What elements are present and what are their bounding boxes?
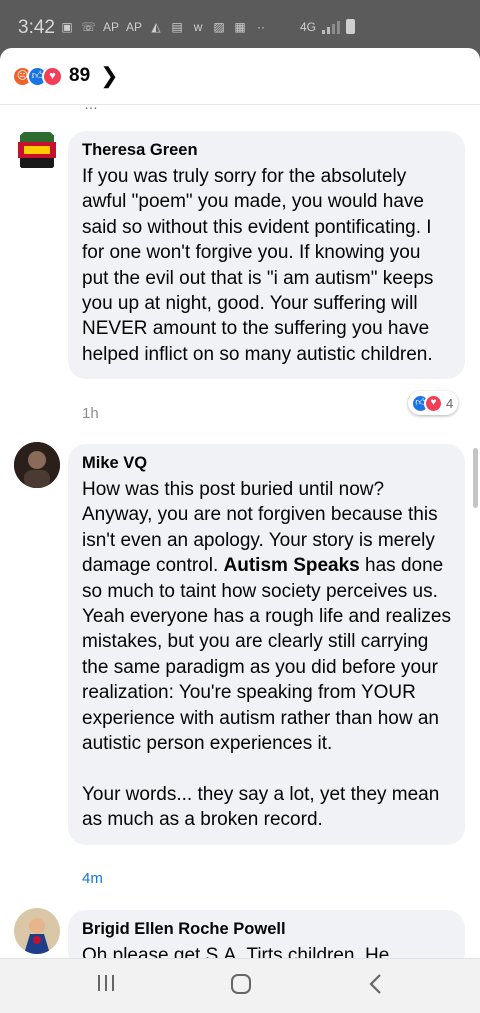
missed-call-icon: ☏ [81,20,97,34]
wattpad-icon: w [193,20,203,34]
comment-text-part: has done so much to taint how society pe… [82,555,451,831]
news-icon: ▤ [171,20,183,34]
recent-apps-icon[interactable] [96,973,116,999]
scrollbar[interactable] [473,448,478,508]
message-icon: ▣ [61,20,73,34]
battery-icon [346,19,356,34]
avatar[interactable] [14,128,60,174]
home-icon[interactable] [230,973,252,1001]
comment-bubble[interactable]: Theresa Green If you was truly sorry for… [68,131,465,380]
system-indicators: 4G [300,19,356,34]
comment-text: Oh please get S.A. Tirts children. He [82,945,390,958]
reaction-count: 89 [69,65,91,86]
ap-news-icon: AP [103,20,120,34]
avatar[interactable] [14,442,60,488]
commenter-name[interactable]: Theresa Green [82,141,451,160]
chevron-right-icon[interactable]: ❯ [100,63,118,89]
avatar[interactable] [14,908,60,954]
comment-bubble[interactable]: Mike VQ How was this post buried until n… [68,444,465,845]
love-reaction-icon: ♥ [424,393,443,413]
more-dots-icon: ·· [257,20,266,34]
gallery-icon: ▨ [213,20,225,34]
clock: 3:42 [18,17,55,38]
comment-text: How was this post buried until now? Anyw… [82,477,451,833]
love-reaction-icon: ♥ [42,65,63,87]
commenter-name[interactable]: Brigid Ellen Roche Powell [82,920,451,939]
page-mention[interactable]: Autism Speaks [224,555,360,576]
comment-text: If you was truly sorry for the absolutel… [82,166,434,365]
notification-icons: ▣ ☏ AP AP ◭ ▤ w ▨ ▦ ·· [60,19,268,35]
network-type: 4G [300,19,317,34]
comment-timestamp[interactable]: 4m [82,870,103,887]
ap-news-icon: AP [126,20,143,34]
android-nav-bar [0,958,480,1013]
calendar-icon: ▦ [234,20,246,34]
image-icon: ◭ [151,20,161,34]
header-divider [0,104,480,105]
comment-reaction-count: 4 [446,395,454,411]
comment-timestamp[interactable]: 1h [82,405,99,422]
comment-bubble[interactable]: Brigid Ellen Roche Powell Oh please get … [68,910,465,958]
comment-reactions[interactable]: 👍︎ ♥ 4 [408,391,459,415]
comments-sheet: ☹ 👍︎ ♥ 89 ❯ … Theresa Green If you was t… [0,48,480,958]
commenter-name[interactable]: Mike VQ [82,454,451,473]
reactions-summary[interactable]: ☹ 👍︎ ♥ 89 ❯ [12,63,119,89]
signal-icon [322,20,341,34]
back-icon[interactable] [366,973,386,1001]
